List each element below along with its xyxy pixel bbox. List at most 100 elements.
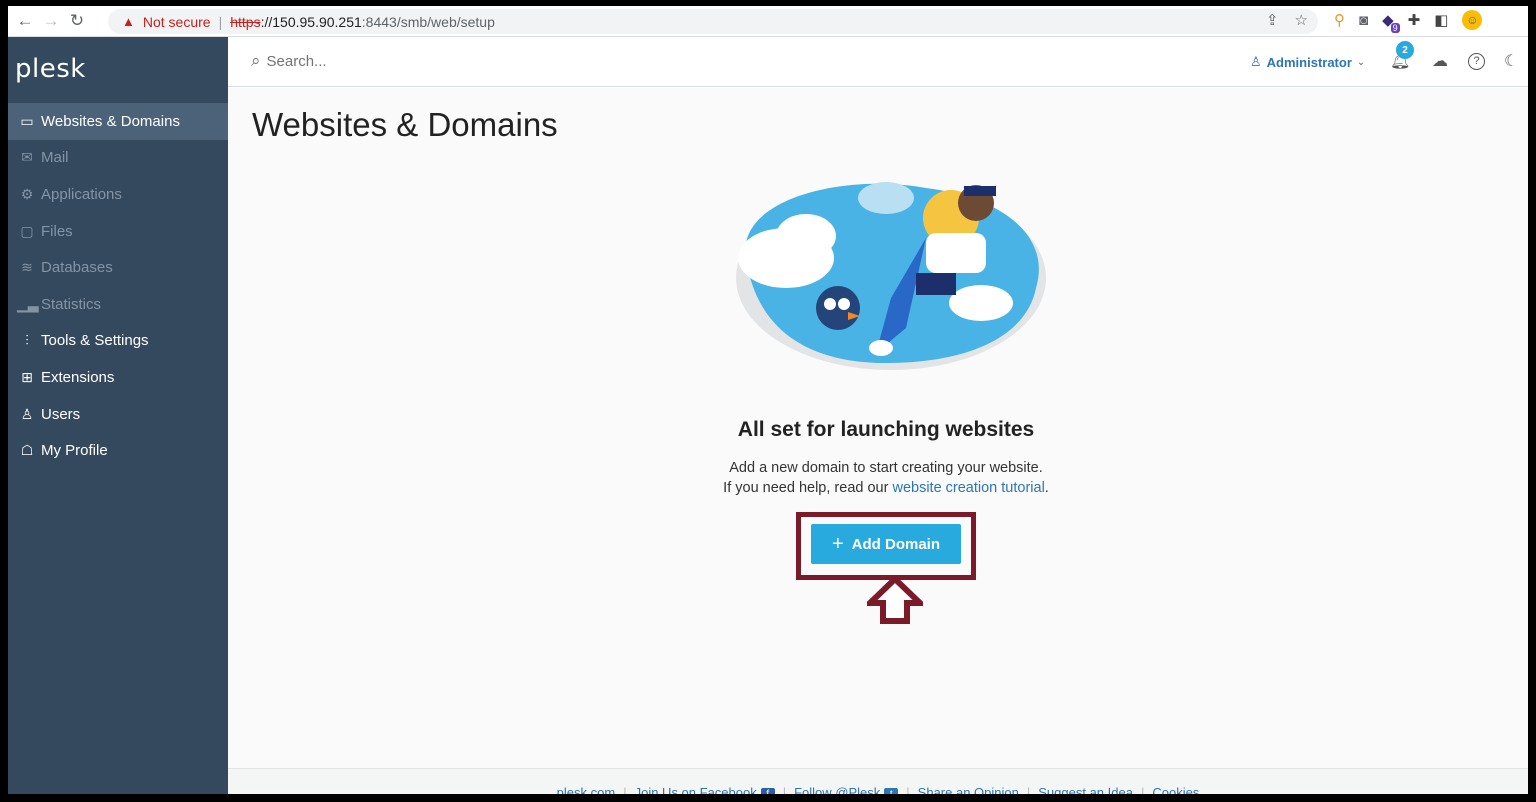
footer-link-facebook[interactable]: Join Us on Facebookf (635, 785, 775, 794)
sidebar-item-extensions[interactable]: ⊞ Extensions (8, 359, 228, 396)
main-content: Websites & Domains All set for launching… (228, 88, 1528, 768)
footer-link-idea[interactable]: Suggest an Idea (1038, 785, 1133, 794)
sidebar-item-label: Statistics (41, 295, 102, 313)
twitter-icon: t (884, 788, 899, 794)
user-name: Administrator (1266, 54, 1352, 70)
sidebar-item-databases[interactable]: ≋ Databases (8, 249, 228, 286)
empty-state-text: Add a new domain to start creating your … (729, 460, 1043, 476)
footer-links: plesk.com | Join Us on Facebookf | Follow … (557, 785, 1199, 794)
grid-icon: ⊞ (21, 368, 33, 385)
launch-illustration (736, 182, 1046, 370)
search-icon: ⌕ (251, 51, 261, 70)
sidebar-item-applications[interactable]: ⚙ Applications (8, 176, 228, 213)
back-icon[interactable]: ← (12, 11, 38, 31)
footer-link-opinion[interactable]: Share an Opinion (918, 785, 1019, 794)
key-icon[interactable]: ⚲ (1334, 11, 1345, 29)
url-path: :8443/smb/web/setup (361, 13, 495, 30)
top-header: ⌕ Search... ♙ Administrator ⌄ 🔔︎ 2 ☁ ? ☾ (228, 37, 1528, 87)
moon-icon[interactable]: ☾ (1504, 51, 1518, 71)
user-menu[interactable]: ♙ Administrator ⌄ (1250, 54, 1365, 70)
sliders-icon: ⫶ (25, 332, 29, 349)
divider: | (782, 785, 787, 794)
up-arrow-annotation (867, 576, 923, 624)
sidebar-item-my-profile[interactable]: ☖ My Profile (8, 432, 228, 469)
gear-icon: ⚙ (20, 185, 34, 202)
help-text-end: . (1044, 480, 1049, 496)
sidebar-nav: ▭ Websites & Domains ✉ Mail ⚙ Applicatio… (8, 103, 228, 469)
reload-icon[interactable]: ↻ (64, 11, 90, 31)
plesk-logo[interactable]: plesk (8, 37, 228, 103)
camera-icon[interactable]: ◙ (1359, 12, 1368, 29)
search-input[interactable]: Search... (267, 53, 327, 70)
puzzle-icon[interactable]: ✚ (1408, 11, 1421, 29)
sidebar-item-label: Databases (41, 259, 113, 277)
url-scheme: https (230, 13, 261, 30)
bar-chart-icon: ▁▃ (17, 295, 39, 312)
database-icon: ≋ (21, 259, 33, 276)
footer-link-label: Follow @Plesk (794, 785, 881, 794)
search-box[interactable]: ⌕ Search... (251, 51, 327, 71)
sidebar-item-label: My Profile (41, 442, 108, 460)
user-icon: ♙ (1250, 54, 1262, 69)
page-title: Websites & Domains (252, 106, 558, 143)
add-domain-button[interactable]: + Add Domain (811, 524, 961, 564)
add-domain-label: Add Domain (851, 535, 941, 553)
notifications-button[interactable]: 🔔︎ 2 (1390, 41, 1414, 71)
divider: | (906, 785, 910, 794)
not-secure-label: Not secure (142, 13, 211, 30)
sidebar-item-label: Tools & Settings (41, 332, 149, 350)
omnibox-actions: ⇪ ☆ (1266, 11, 1308, 29)
tutorial-link[interactable]: website creation tutorial (892, 480, 1044, 496)
sidebar-item-label: Applications (41, 185, 122, 203)
share-icon[interactable]: ⇪ (1266, 11, 1279, 29)
help-icon[interactable]: ? (1468, 53, 1485, 70)
address-bar[interactable]: ▲ Not secure | https://150.95.90.251:844… (108, 9, 1318, 34)
footer-link-label: Join Us on Facebook (634, 785, 757, 794)
sidebar-item-label: Websites & Domains (41, 112, 180, 130)
sidebar-item-files[interactable]: ▢ Files (8, 213, 228, 250)
user-icon: ♙ (20, 405, 34, 422)
sidebar-item-label: Files (41, 222, 73, 240)
logo-text: plesk (15, 54, 86, 84)
extensions-area: ⚲ ◙ ◆ 9 ✚ ◧ ☺ (1334, 10, 1483, 33)
sidebar: plesk ▭ Websites & Domains ✉ Mail ⚙ Appl… (8, 37, 228, 794)
footer-link-twitter[interactable]: Follow @Pleskt (794, 785, 899, 794)
side-panel-icon[interactable]: ◧ (1434, 11, 1448, 29)
chevron-down-icon: ⌄ (1356, 56, 1366, 68)
divider: | (1026, 785, 1031, 794)
divider: | (623, 785, 627, 794)
browser-window: ← → ↻ ▲ Not secure | https://150.95.90.2… (8, 6, 1528, 794)
extension-badge: 9 (1390, 23, 1400, 33)
notifications-badge: 2 (1396, 41, 1414, 59)
monitor-icon: ▭ (20, 112, 34, 129)
sidebar-item-label: Extensions (41, 368, 115, 386)
extension-icon[interactable]: ◆ 9 (1382, 11, 1400, 33)
url-host: ://150.95.90.251 (260, 13, 362, 30)
cloud-off-icon[interactable]: ☁ (1432, 51, 1448, 71)
facebook-icon: f (760, 788, 775, 794)
sidebar-item-tools-settings[interactable]: ⫶ Tools & Settings (8, 323, 228, 360)
divider: | (1140, 785, 1145, 794)
sidebar-item-websites-domains[interactable]: ▭ Websites & Domains (8, 103, 228, 140)
help-text: If you need help, read our (723, 480, 893, 496)
mail-icon: ✉ (21, 149, 33, 166)
bookmark-star-icon[interactable]: ☆ (1295, 11, 1308, 29)
empty-state-title: All set for launching websites (737, 418, 1035, 441)
sidebar-item-label: Users (41, 405, 81, 423)
footer: plesk.com | Join Us on Facebookf | Follow … (228, 768, 1528, 794)
divider: | (218, 13, 223, 30)
forward-icon[interactable]: → (38, 11, 64, 31)
sidebar-item-users[interactable]: ♙ Users (8, 396, 228, 433)
sidebar-item-label: Mail (41, 149, 69, 167)
browser-toolbar: ← → ↻ ▲ Not secure | https://150.95.90.2… (8, 6, 1528, 37)
footer-link-cookies[interactable]: Cookies (1152, 785, 1199, 794)
profile-avatar[interactable]: ☺ (1462, 10, 1483, 30)
sidebar-item-statistics[interactable]: ▁▃ Statistics (8, 286, 228, 323)
sidebar-item-mail[interactable]: ✉ Mail (8, 140, 228, 177)
warning-icon: ▲ (122, 14, 135, 29)
footer-link-plesk[interactable]: plesk.com (557, 785, 616, 794)
empty-state-help: If you need help, read our website creat… (228, 480, 1528, 496)
plus-icon: + (831, 532, 844, 555)
profile-icon: ☖ (20, 442, 34, 459)
folder-icon: ▢ (20, 222, 34, 239)
